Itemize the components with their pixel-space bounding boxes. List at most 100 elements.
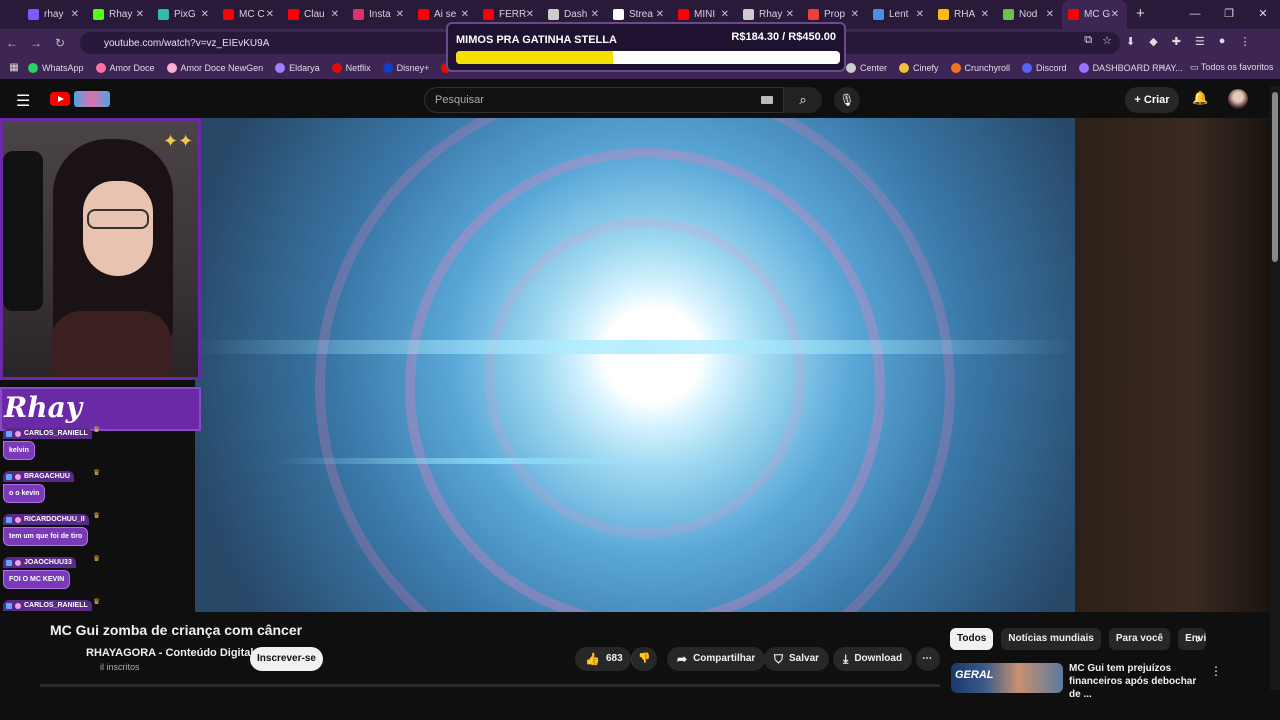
microphone-icon[interactable]: 🎙 bbox=[834, 87, 860, 113]
bookmark-label: DASHBOARD RHAY... bbox=[1092, 62, 1183, 73]
tab-close-icon[interactable]: ✕ bbox=[916, 9, 924, 20]
puzzle-icon[interactable]: ✚ bbox=[1172, 35, 1181, 48]
page-scrollbar[interactable] bbox=[1270, 86, 1280, 690]
apps-grid-icon[interactable]: ▦ bbox=[0, 62, 28, 73]
recommendation-thumbnail[interactable]: GERAL bbox=[951, 663, 1063, 693]
download-icon[interactable]: ⬇ bbox=[1126, 35, 1135, 48]
forward-button[interactable]: → bbox=[24, 36, 48, 50]
tab-close-icon[interactable]: ✕ bbox=[331, 9, 339, 20]
more-vertical-icon[interactable]: ⋮ bbox=[1210, 664, 1222, 678]
bookmarks-overflow-icon[interactable]: » bbox=[1160, 61, 1165, 71]
video-frame-energy-ring bbox=[485, 218, 805, 538]
bookmark-item[interactable]: Netflix bbox=[331, 62, 371, 73]
maximize-button[interactable]: ❐ bbox=[1212, 0, 1246, 29]
tab-close-icon[interactable]: ✕ bbox=[266, 9, 274, 20]
tab-close-icon[interactable]: ✕ bbox=[136, 9, 144, 20]
browser-tab[interactable]: Nod ✕ bbox=[997, 0, 1062, 29]
subscribe-button[interactable]: Inscrever-se bbox=[250, 647, 323, 671]
bookmark-star-icon[interactable]: ☆ bbox=[1102, 34, 1112, 47]
tab-favicon-icon bbox=[743, 9, 754, 20]
extension-icon[interactable]: ◆ bbox=[1149, 35, 1157, 48]
bookmark-item[interactable]: Crunchyroll bbox=[950, 62, 1010, 73]
browser-tab[interactable]: Clau ✕ bbox=[282, 0, 347, 29]
tab-close-icon[interactable]: ✕ bbox=[591, 9, 599, 20]
tab-close-icon[interactable]: ✕ bbox=[1111, 9, 1119, 20]
like-button[interactable]: 👍 683 bbox=[575, 647, 631, 671]
filter-chip[interactable]: Envi bbox=[1178, 628, 1207, 650]
browser-tab[interactable]: rhay ✕ bbox=[22, 0, 87, 29]
chevron-right-icon[interactable]: › bbox=[1196, 630, 1201, 646]
save-button[interactable]: ⛉ Salvar bbox=[764, 647, 830, 671]
browser-tab[interactable]: PixG ✕ bbox=[152, 0, 217, 29]
download-button[interactable]: ⤓ Download bbox=[833, 647, 913, 671]
bookmark-favicon-icon bbox=[28, 62, 38, 73]
bookmark-item[interactable]: Center bbox=[846, 62, 887, 73]
tab-close-icon[interactable]: ✕ bbox=[526, 9, 534, 20]
browser-tab[interactable]: RHA ✕ bbox=[932, 0, 997, 29]
back-button[interactable]: ← bbox=[0, 36, 24, 50]
bookmark-item[interactable]: Disney+ bbox=[382, 62, 429, 73]
more-icon[interactable]: ⋮ bbox=[1239, 35, 1250, 48]
bookmark-favicon-icon bbox=[166, 62, 177, 73]
bookmark-item[interactable]: Discord bbox=[1022, 62, 1067, 73]
create-button[interactable]: + Criar bbox=[1125, 87, 1179, 113]
tab-close-icon[interactable]: ✕ bbox=[786, 9, 794, 20]
recommendation-title[interactable]: MC Gui tem prejuízos financeiros após de… bbox=[1069, 662, 1209, 701]
chat-username: CARLOS_RANIELL bbox=[24, 430, 88, 437]
search-button[interactable]: ⌕ bbox=[784, 87, 822, 113]
chat-message: CARLOS_RANIELL kelvin ♛ bbox=[3, 425, 100, 460]
cast-icon[interactable]: ⧉ bbox=[1084, 34, 1092, 47]
video-player[interactable] bbox=[195, 118, 1075, 612]
more-actions-button[interactable]: ⋯ bbox=[916, 647, 940, 671]
notifications-bell-icon[interactable]: 🔔 bbox=[1192, 90, 1208, 106]
scrollbar-thumb[interactable] bbox=[1272, 92, 1278, 262]
search-input[interactable]: Pesquisar bbox=[424, 87, 784, 113]
tab-close-icon[interactable]: ✕ bbox=[201, 9, 209, 20]
youtube-logo[interactable] bbox=[50, 92, 70, 106]
browser-tab[interactable]: Insta ✕ bbox=[347, 0, 412, 29]
bookmark-item[interactable]: Cinefy bbox=[899, 62, 939, 73]
keyboard-icon[interactable] bbox=[761, 96, 773, 104]
reload-button[interactable]: ↻ bbox=[48, 36, 72, 50]
youtube-doodle[interactable] bbox=[74, 91, 110, 107]
bookmark-item[interactable]: Amor Doce NewGen bbox=[166, 62, 263, 73]
tab-close-icon[interactable]: ✕ bbox=[1046, 9, 1054, 20]
browser-tab[interactable]: Lent ✕ bbox=[867, 0, 932, 29]
menu-hamburger-icon[interactable]: ☰ bbox=[16, 91, 30, 111]
tab-favicon-icon bbox=[873, 9, 884, 20]
minimize-button[interactable]: — bbox=[1178, 0, 1212, 29]
tab-close-icon[interactable]: ✕ bbox=[461, 9, 469, 20]
bookmark-favicon-icon bbox=[275, 62, 286, 73]
tab-close-icon[interactable]: ✕ bbox=[656, 9, 664, 20]
tab-close-icon[interactable]: ✕ bbox=[721, 9, 729, 20]
tab-close-icon[interactable]: ✕ bbox=[981, 9, 989, 20]
filter-chip[interactable]: Para você bbox=[1108, 628, 1171, 650]
bookmark-item[interactable]: Amor Doce bbox=[95, 62, 155, 73]
browser-tab[interactable]: MC C ✕ bbox=[217, 0, 282, 29]
tab-favicon-icon bbox=[288, 9, 299, 20]
bookmark-item[interactable]: DASHBOARD RHAY... bbox=[1078, 62, 1183, 73]
chat-badge-icon bbox=[15, 473, 21, 480]
filter-chip[interactable]: Todos bbox=[950, 628, 994, 650]
new-tab-button[interactable]: + bbox=[1136, 5, 1145, 22]
chat-badge-icon bbox=[15, 516, 21, 523]
menu-list-icon[interactable]: ☰ bbox=[1195, 35, 1205, 48]
share-button[interactable]: ➦ Compartilhar bbox=[667, 647, 766, 671]
tab-close-icon[interactable]: ✕ bbox=[851, 9, 859, 20]
tab-close-icon[interactable]: ✕ bbox=[71, 9, 79, 20]
account-avatar[interactable] bbox=[1228, 89, 1248, 109]
bookmark-item[interactable]: WhatsApp bbox=[28, 62, 84, 73]
filter-chip[interactable]: Notícias mundiais bbox=[1001, 628, 1101, 650]
chat-badge-icon bbox=[6, 473, 12, 480]
chat-badge-icon bbox=[6, 602, 12, 609]
dislike-button[interactable]: 👎 bbox=[631, 647, 657, 671]
tab-close-icon[interactable]: ✕ bbox=[396, 9, 404, 20]
bookmark-item[interactable]: Eldarya bbox=[275, 62, 320, 73]
browser-tab[interactable]: Rhay ✕ bbox=[87, 0, 152, 29]
browser-tab[interactable]: MC G ✕ bbox=[1062, 0, 1127, 29]
close-window-button[interactable]: ✕ bbox=[1246, 0, 1280, 29]
webcam-feed: ✦✦ bbox=[3, 121, 198, 377]
all-bookmarks[interactable]: ▭ Todos os favoritos bbox=[1190, 62, 1273, 73]
profile-icon[interactable]: ● bbox=[1219, 35, 1226, 48]
channel-name[interactable]: RHAYAGORA - Conteúdo Digital bbox=[86, 647, 253, 659]
